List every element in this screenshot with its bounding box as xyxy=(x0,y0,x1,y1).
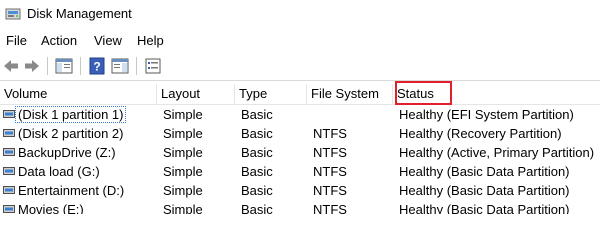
menu-file[interactable]: File xyxy=(6,33,27,49)
volume-name: (Disk 1 partition 1) xyxy=(15,106,127,123)
svg-text:?: ? xyxy=(93,60,100,74)
column-header-row: Volume Layout Type File System Status xyxy=(0,81,600,105)
disk-management-app-icon xyxy=(5,8,21,20)
type-cell: Basic xyxy=(241,202,273,214)
show-hide-action-pane-icon[interactable] xyxy=(110,56,130,76)
file-system-cell: NTFS xyxy=(313,126,347,141)
volume-name: (Disk 2 partition 2) xyxy=(18,126,124,141)
forward-arrow-icon[interactable] xyxy=(22,56,42,76)
status-cell: Healthy (Basic Data Partition) xyxy=(399,183,570,198)
layout-cell: Simple xyxy=(163,202,203,214)
volume-drive-icon xyxy=(3,186,15,194)
status-cell: Healthy (Basic Data Partition) xyxy=(399,164,570,179)
volume-name: Entertainment (D:) xyxy=(18,183,125,198)
layout-cell: Simple xyxy=(163,164,203,179)
volume-drive-icon xyxy=(3,110,15,118)
volume-list: Volume Layout Type File System Status (D… xyxy=(0,81,600,214)
type-cell: Basic xyxy=(241,164,273,179)
volume-drive-icon xyxy=(3,205,15,213)
help-icon[interactable]: ? xyxy=(87,56,107,76)
table-row[interactable]: Data load (G:) Simple Basic NTFS Healthy… xyxy=(0,162,600,181)
toolbar-separator xyxy=(136,57,137,75)
table-row[interactable]: Movies (E:) Simple Basic NTFS Healthy (B… xyxy=(0,200,600,214)
toolbar-separator xyxy=(47,57,48,75)
toolbar: ? xyxy=(0,52,600,81)
column-header-file-system[interactable]: File System xyxy=(307,84,393,104)
table-row[interactable]: (Disk 2 partition 2) Simple Basic NTFS H… xyxy=(0,124,600,143)
column-header-layout[interactable]: Layout xyxy=(157,84,235,104)
volume-drive-icon xyxy=(3,129,15,137)
volume-drive-icon xyxy=(3,148,15,156)
menu-action[interactable]: Action xyxy=(41,33,77,49)
volume-name: Data load (G:) xyxy=(18,164,100,179)
menu-view[interactable]: View xyxy=(94,33,122,49)
menu-help[interactable]: Help xyxy=(137,33,164,49)
volume-drive-icon xyxy=(3,167,15,175)
properties-icon[interactable] xyxy=(143,56,163,76)
status-column-highlight xyxy=(395,81,452,105)
file-system-cell: NTFS xyxy=(313,145,347,160)
menu-bar: File Action View Help xyxy=(0,30,600,52)
table-row[interactable]: (Disk 1 partition 1) Simple Basic Health… xyxy=(0,105,600,124)
volume-name: Movies (E:) xyxy=(18,202,84,214)
type-cell: Basic xyxy=(241,107,273,122)
type-cell: Basic xyxy=(241,126,273,141)
status-cell: Healthy (EFI System Partition) xyxy=(399,107,574,122)
layout-cell: Simple xyxy=(163,145,203,160)
status-cell: Healthy (Recovery Partition) xyxy=(399,126,562,141)
title-bar: Disk Management xyxy=(0,0,600,30)
volume-name: BackupDrive (Z:) xyxy=(18,145,116,160)
type-cell: Basic xyxy=(241,145,273,160)
layout-cell: Simple xyxy=(163,107,203,122)
file-system-cell: NTFS xyxy=(313,202,347,214)
column-header-volume[interactable]: Volume xyxy=(0,84,157,104)
volume-cell-selected: (Disk 1 partition 1) xyxy=(15,106,127,123)
status-cell: Healthy (Active, Primary Partition) xyxy=(399,145,595,160)
column-header-type[interactable]: Type xyxy=(235,84,307,104)
disk-management-window: Disk Management File Action View Help ? xyxy=(0,0,600,214)
window-title: Disk Management xyxy=(27,6,132,21)
status-cell: Healthy (Basic Data Partition) xyxy=(399,202,570,214)
file-system-cell: NTFS xyxy=(313,164,347,179)
layout-cell: Simple xyxy=(163,126,203,141)
table-row[interactable]: BackupDrive (Z:) Simple Basic NTFS Healt… xyxy=(0,143,600,162)
type-cell: Basic xyxy=(241,183,273,198)
back-arrow-icon[interactable] xyxy=(1,56,21,76)
layout-cell: Simple xyxy=(163,183,203,198)
table-row[interactable]: Entertainment (D:) Simple Basic NTFS Hea… xyxy=(0,181,600,200)
toolbar-separator xyxy=(80,57,81,75)
show-hide-console-tree-icon[interactable] xyxy=(54,56,74,76)
file-system-cell: NTFS xyxy=(313,183,347,198)
